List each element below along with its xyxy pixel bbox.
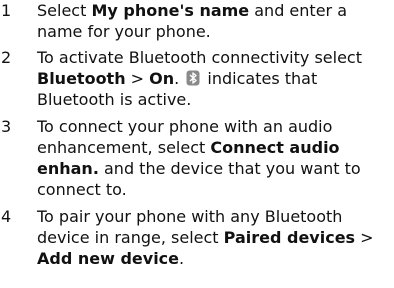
- bluetooth-icon: [186, 70, 200, 86]
- step-text: To activate Bluetooth connectivity selec…: [37, 47, 389, 110]
- text-part: .: [174, 69, 185, 88]
- step-text: To pair your phone with any Bluetooth de…: [37, 206, 389, 269]
- step-1: 1 Select My phone's name and enter a nam…: [0, 0, 389, 42]
- step-2: 2 To activate Bluetooth connectivity sel…: [0, 47, 389, 110]
- instruction-list: 1 Select My phone's name and enter a nam…: [0, 0, 394, 288]
- step-number: 3: [1, 117, 12, 136]
- text-part: >: [355, 228, 374, 247]
- text-part: >: [125, 69, 150, 88]
- menu-item-add-new-device: Add new device: [37, 249, 180, 268]
- step-text: To connect your phone with an audio enha…: [37, 116, 389, 200]
- text-part: .: [179, 249, 185, 268]
- menu-item-paired-devices: Paired devices: [223, 228, 356, 247]
- step-number: 1: [1, 1, 12, 20]
- step-3: 3 To connect your phone with an audio en…: [0, 116, 389, 200]
- menu-item-my-phones-name: My phone's name: [91, 1, 250, 20]
- step-text: Select My phone's name and enter a name …: [37, 0, 389, 42]
- menu-item-on: On: [149, 69, 175, 88]
- text-part: Select: [37, 1, 92, 20]
- step-number: 2: [1, 48, 12, 67]
- text-part: To activate Bluetooth connectivity selec…: [37, 48, 362, 67]
- step-4: 4 To pair your phone with any Bluetooth …: [0, 206, 389, 269]
- step-number: 4: [1, 207, 12, 226]
- menu-item-bluetooth: Bluetooth: [37, 69, 126, 88]
